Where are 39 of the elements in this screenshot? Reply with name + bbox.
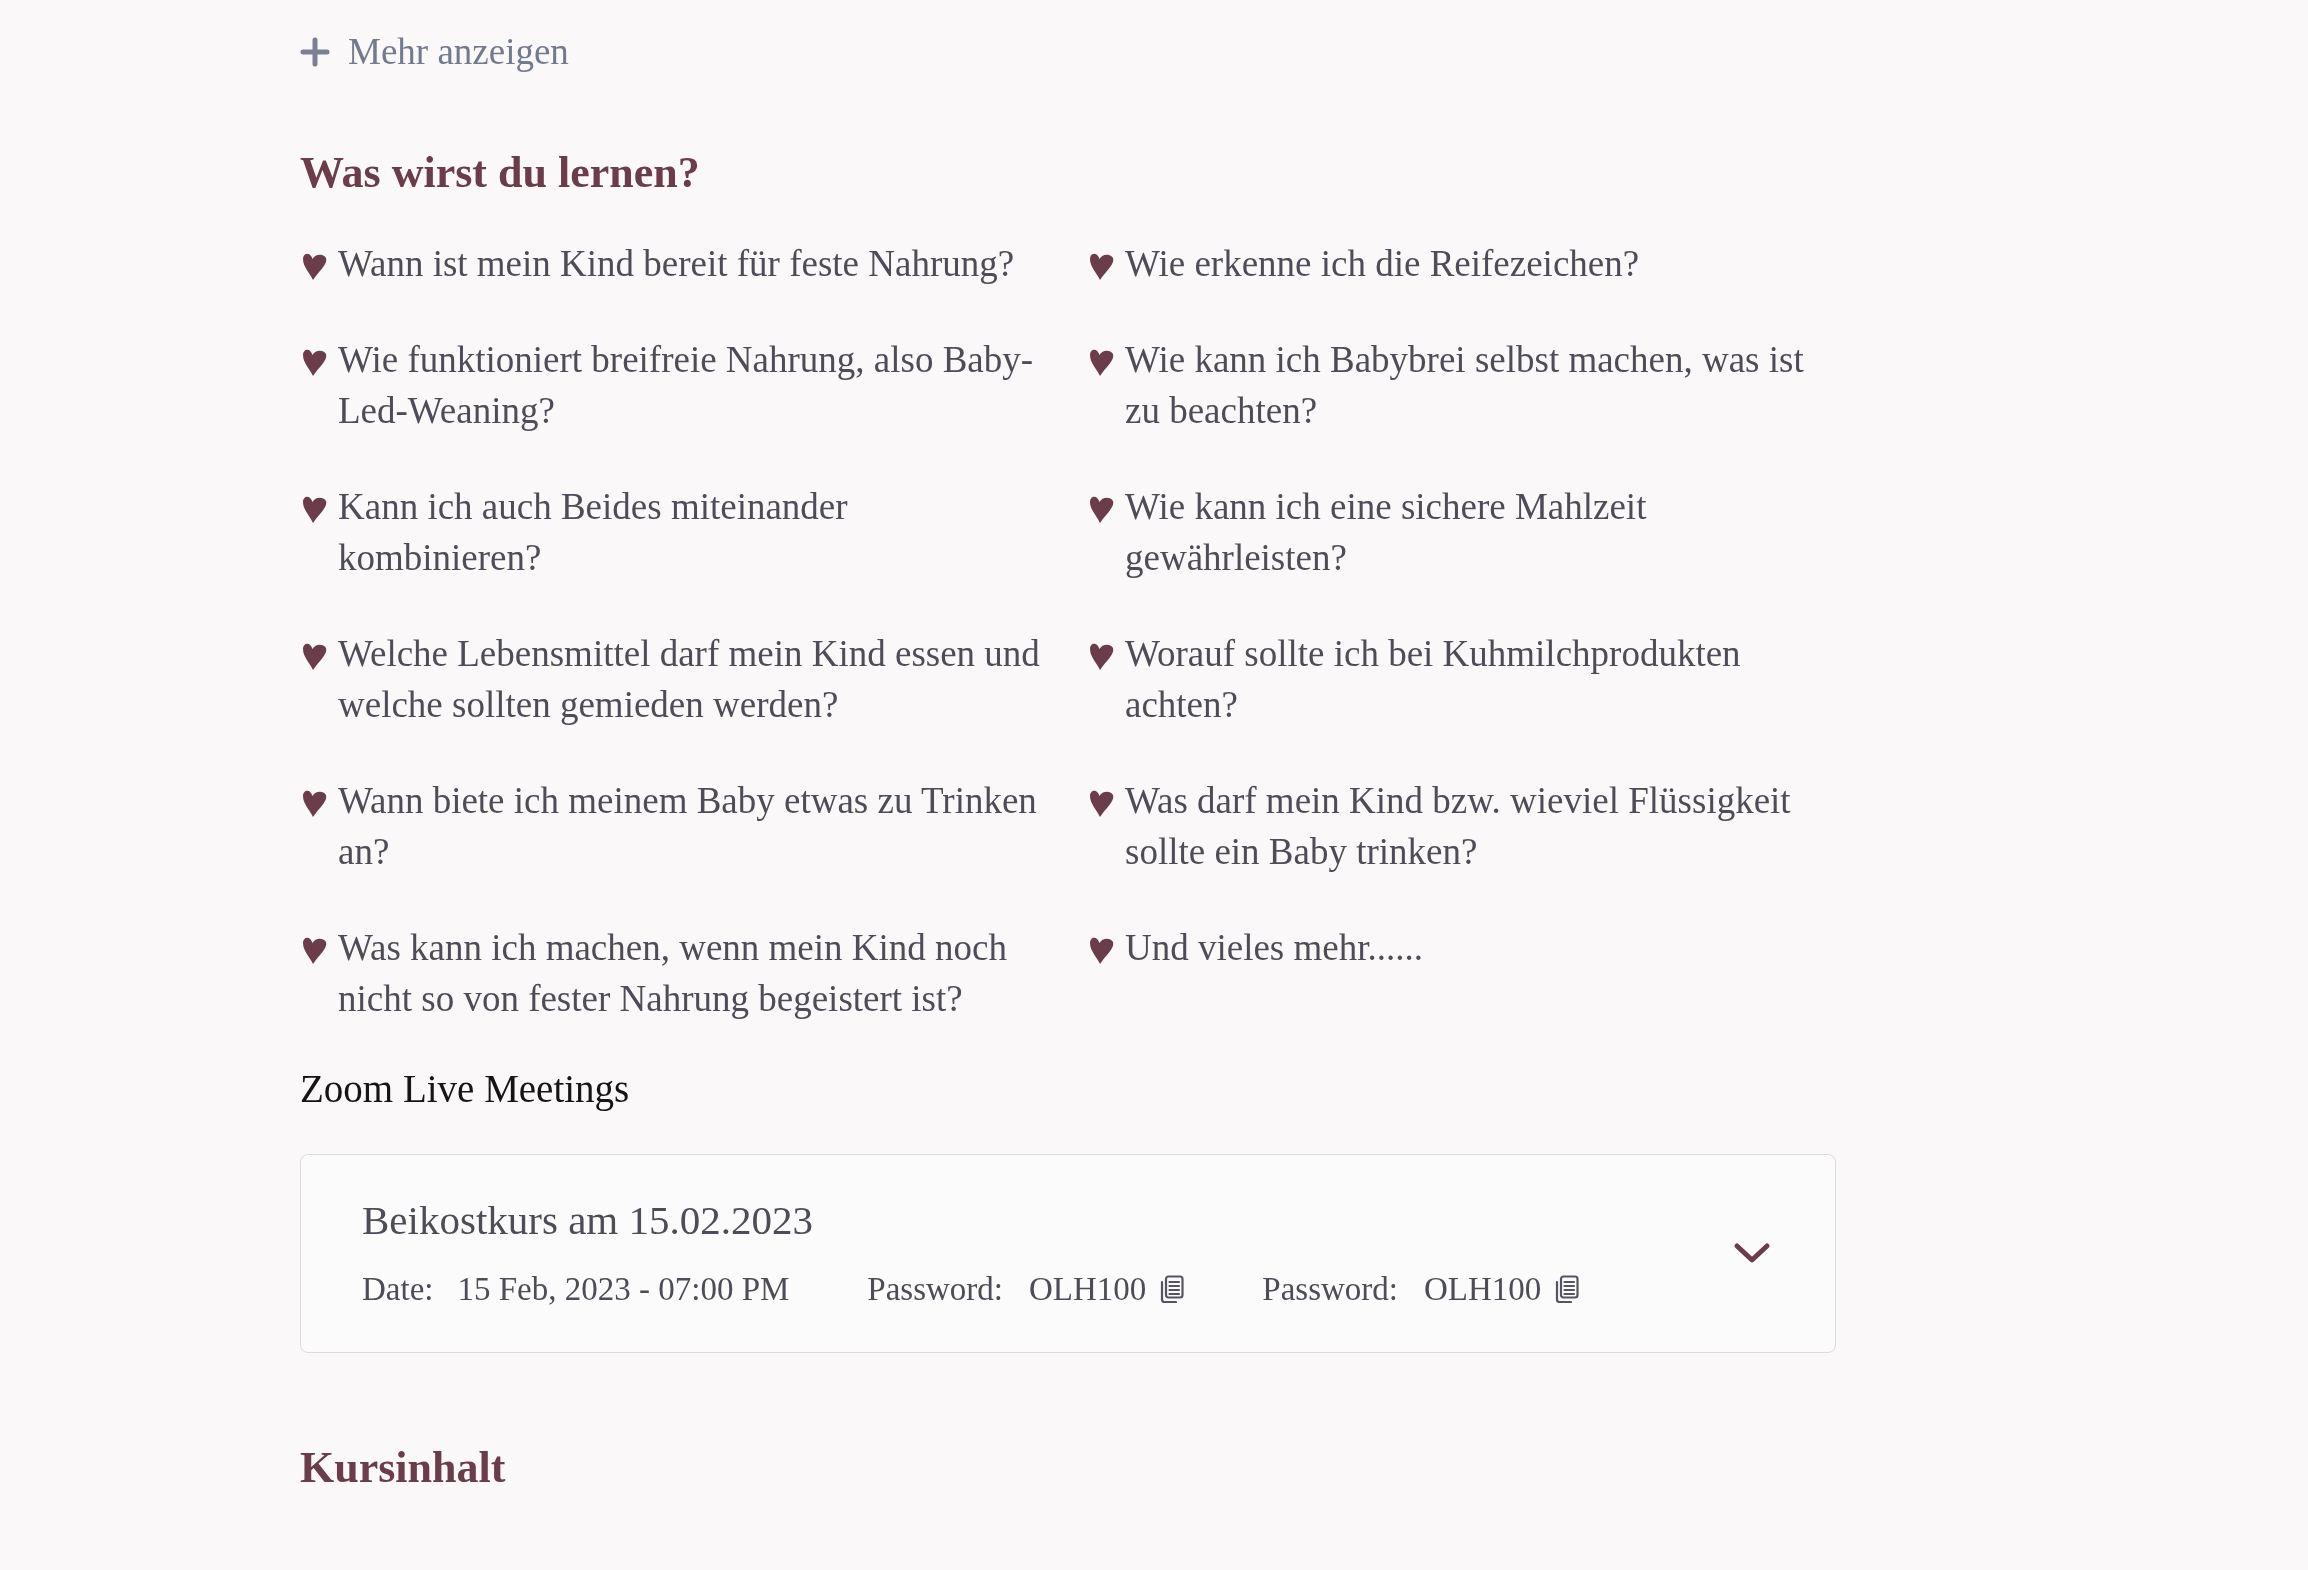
heart-icon [1089, 347, 1115, 377]
learning-item: Wie funktioniert breifreie Nahrung, also Baby-Led-Weaning? [338, 338, 1035, 433]
password-value: OLH100 [1029, 1270, 1147, 1309]
heart-icon [1089, 251, 1115, 281]
date-value: 15 Feb, 2023 - 07:00 PM [457, 1270, 790, 1309]
learning-item: Wie kann ich Babybrei selbst machen, was ist zu beachten? [1125, 338, 1805, 433]
heart-icon [1089, 641, 1115, 671]
learning-item: Wie erkenne ich die Reifezeichen? [1125, 242, 1640, 286]
section-heading: Zoom Live Meetings [300, 1067, 630, 1111]
section-heading: Was wirst du lernen? [300, 148, 700, 198]
date-label: Date: [362, 1270, 434, 1309]
learning-item: Was kann ich machen, wenn mein Kind noch nicht so von fester Nahrung begeistert ist? [338, 926, 1008, 1021]
meeting-title: Beikostkurs am 15.02.2023 [362, 1196, 814, 1245]
plus-icon [300, 37, 330, 67]
learning-item: Und vieles mehr...... [1125, 926, 1423, 970]
chevron-icon[interactable] [1733, 1241, 1771, 1265]
learning-item: Wann biete ich meinem Baby etwas zu Trinken an? [338, 779, 1038, 874]
heart-icon [302, 935, 328, 965]
heart-icon [1089, 935, 1115, 965]
learning-item: Welche Lebensmittel darf mein Kind essen und welche sollten gemieden werden? [338, 632, 1041, 727]
heart-icon [302, 251, 328, 281]
copy-icon[interactable] [1553, 1275, 1580, 1303]
heart-icon [302, 788, 328, 818]
learning-item: Wann ist mein Kind bereit für feste Nahrung? [338, 242, 1015, 286]
heart-icon [1089, 788, 1115, 818]
learning-item: Kann ich auch Beides miteinander kombinieren? [338, 485, 849, 580]
heart-icon [1089, 494, 1115, 524]
section-heading: Kursinhalt [300, 1443, 506, 1493]
learning-item: Wie kann ich eine sichere Mahlzeit gewährleisten? [1125, 485, 1648, 580]
password-label: Password: [1262, 1270, 1399, 1309]
learning-item: Worauf sollte ich bei Kuhmilchprodukten achten? [1125, 632, 1742, 727]
heart-icon [302, 347, 328, 377]
show-more-button[interactable]: Mehr anzeigen [300, 30, 569, 74]
copy-icon[interactable] [1158, 1275, 1185, 1303]
password-value: OLH100 [1424, 1270, 1542, 1309]
heart-icon [302, 494, 328, 524]
password-label: Password: [867, 1270, 1003, 1309]
learning-item: Was darf mein Kind bzw. wieviel Flüssigkeit sollte ein Baby trinken? [1125, 779, 1792, 874]
heart-icon [302, 641, 328, 671]
